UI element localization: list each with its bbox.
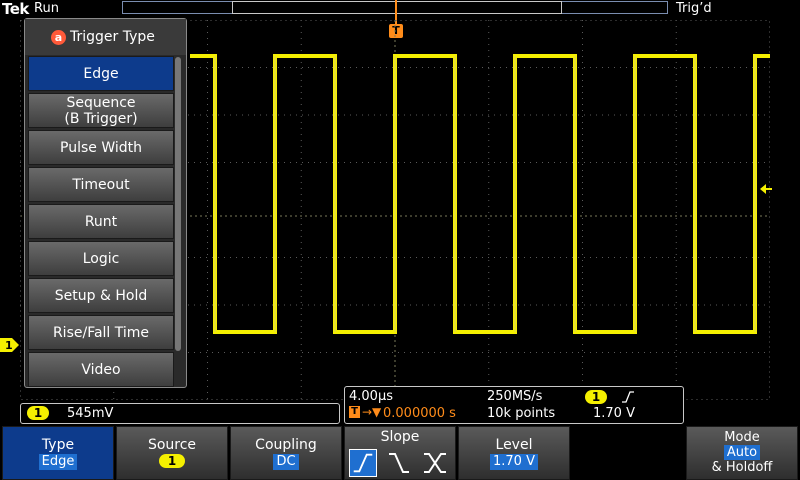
mode-softkey-label: Mode: [724, 430, 760, 445]
level-softkey-label: Level: [495, 437, 533, 453]
rising-edge-icon[interactable]: [349, 449, 377, 477]
coupling-softkey-value: DC: [273, 454, 299, 470]
channel-readout[interactable]: 1 545mV: [20, 403, 340, 424]
menu-item-logic[interactable]: Logic: [28, 241, 174, 276]
falling-edge-icon[interactable]: [385, 449, 413, 477]
menu-scrollbar[interactable]: [175, 57, 181, 351]
trigger-type-menu: a Trigger Type Edge Sequence (B Trigger) Pu…: [24, 18, 187, 388]
holdoff-softkey-label: & Holdoff: [711, 460, 773, 475]
menu-item-edge[interactable]: Edge: [28, 56, 174, 91]
trigger-t-icon: T: [349, 406, 360, 418]
trigger-delay-arrow-icon: →▼: [362, 405, 382, 419]
menu-item-video[interactable]: Video: [28, 352, 174, 387]
brand-logo: Tek: [2, 0, 29, 18]
trigger-level-arrow-icon[interactable]: [760, 183, 772, 195]
channel-1-ground-marker[interactable]: 1: [0, 337, 20, 353]
mode-holdoff-softkey[interactable]: Mode Auto & Holdoff: [686, 426, 798, 480]
multipurpose-knob-a-icon: a: [51, 29, 66, 45]
menu-item-timeout[interactable]: Timeout: [28, 167, 174, 202]
source-softkey-value: 1: [159, 454, 185, 468]
slope-softkey-label: Slope: [380, 429, 420, 445]
type-softkey[interactable]: Type Edge: [2, 426, 114, 480]
type-softkey-value: Edge: [38, 454, 78, 470]
trigger-status: Trig’d: [676, 1, 712, 16]
channel-1-trace: [190, 54, 770, 334]
type-softkey-label: Type: [41, 437, 75, 453]
menu-header: a Trigger Type: [25, 19, 186, 55]
trigger-source-badge: 1: [585, 390, 607, 404]
menu-item-sequence[interactable]: Sequence (B Trigger): [28, 93, 174, 128]
level-softkey-value: 1.70 V: [490, 454, 538, 470]
timebase: 4.00µs: [349, 389, 393, 404]
display-window-bar: [232, 1, 562, 14]
coupling-softkey-label: Coupling: [255, 437, 317, 453]
sample-rate: 250MS/s: [487, 389, 543, 404]
menu-item-rise-fall-time[interactable]: Rise/Fall Time: [28, 315, 174, 350]
level-softkey[interactable]: Level 1.70 V: [458, 426, 570, 480]
channel-1-badge: 1: [27, 406, 49, 420]
acquisition-state: Run: [34, 1, 59, 16]
coupling-softkey[interactable]: Coupling DC: [230, 426, 342, 480]
menu-item-runt[interactable]: Runt: [28, 204, 174, 239]
rising-edge-icon: [622, 391, 634, 403]
menu-item-pulse-width[interactable]: Pulse Width: [28, 130, 174, 165]
menu-title: Trigger Type: [70, 29, 155, 45]
channel-1-scale: 545mV: [67, 406, 114, 421]
slope-softkey[interactable]: Slope: [344, 426, 456, 480]
channel-1-trace-edges: [214, 56, 756, 332]
either-edge-icon[interactable]: [421, 449, 449, 477]
mode-softkey-value: Auto: [723, 445, 761, 460]
record-length: 10k points: [487, 406, 556, 421]
source-softkey[interactable]: Source 1: [116, 426, 228, 480]
trigger-position: 0.000000 s: [383, 406, 456, 421]
horizontal-readout[interactable]: 4.00µs 250MS/s 1 T →▼ 0.000000 s 10k poi…: [344, 386, 684, 424]
channel-1-marker-label: 1: [5, 339, 13, 352]
menu-item-setup-hold[interactable]: Setup & Hold: [28, 278, 174, 313]
trigger-level-readout: 1.70 V: [593, 406, 635, 421]
source-softkey-label: Source: [147, 437, 197, 453]
